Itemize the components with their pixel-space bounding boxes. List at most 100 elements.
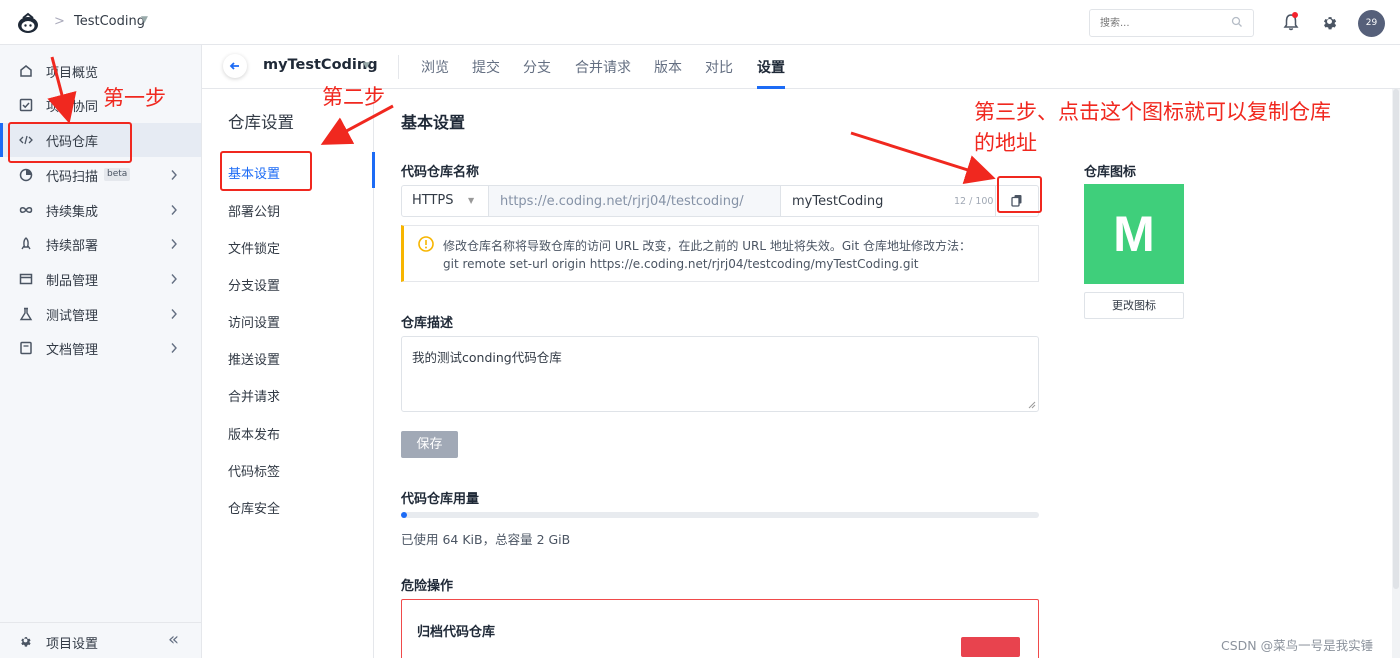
repo-icon: M <box>1084 184 1184 284</box>
danger-zone-label: 危险操作 <box>401 579 454 594</box>
package-icon <box>19 273 33 285</box>
archive-button[interactable] <box>961 637 1020 657</box>
caret-down-icon[interactable]: ▼ <box>141 15 148 25</box>
avatar[interactable]: 29 <box>1358 10 1385 37</box>
settings-nav-title: 仓库设置 <box>228 113 294 132</box>
sidebar-item-docs[interactable]: 文档管理 <box>0 331 201 365</box>
archive-repo-title: 归档代码仓库 <box>417 625 496 640</box>
checkbox-icon <box>19 98 33 112</box>
settings-nav-access[interactable]: 访问设置 <box>228 312 280 331</box>
copy-url-button[interactable] <box>995 186 1039 216</box>
chevron-right-icon <box>171 170 177 180</box>
search-input[interactable] <box>1090 10 1220 36</box>
scrollbar[interactable] <box>1392 89 1400 658</box>
caret-down-icon[interactable]: ▼ <box>363 61 370 71</box>
sidebar-item-label: 文档管理 <box>46 343 99 358</box>
sidebar-item-code-scan[interactable]: 代码扫描 beta <box>0 158 201 192</box>
repo-url-prefix-text: https://e.coding.net/rjrj04/testcoding/ <box>500 194 744 209</box>
book-icon <box>20 341 32 355</box>
usage-progress-fill <box>401 512 408 518</box>
settings-nav-releases[interactable]: 版本发布 <box>228 424 280 443</box>
git-command-text: git remote set-url origin https://e.codi… <box>443 257 919 271</box>
sidebar-item-collaboration[interactable]: 项目协同 <box>0 88 201 122</box>
sidebar-item-label: 制品管理 <box>46 274 99 289</box>
sidebar-item-label: 持续集成 <box>46 205 99 220</box>
repo-nav-bar: myTestCoding ▼ 浏览 提交 分支 合并请求 版本 对比 设置 <box>202 45 1400 89</box>
repo-name-input[interactable]: myTestCoding 12 / 100 <box>781 186 995 216</box>
save-button[interactable]: 保存 <box>401 431 458 458</box>
back-button[interactable] <box>223 54 247 78</box>
sidebar-footer: 项目设置 « <box>0 622 201 658</box>
settings-nav-file-lock[interactable]: 文件锁定 <box>228 238 280 257</box>
search-icon[interactable] <box>1231 16 1243 28</box>
page-title: 基本设置 <box>401 113 466 132</box>
tab-settings[interactable]: 设置 <box>757 57 785 77</box>
repo-desc-label: 仓库描述 <box>401 316 454 331</box>
settings-nav-branches[interactable]: 分支设置 <box>228 275 280 294</box>
settings-nav: 仓库设置 基本设置 部署公钥 文件锁定 分支设置 访问设置 推送设置 合并请求 … <box>202 89 375 658</box>
tab-releases[interactable]: 版本 <box>654 57 682 77</box>
divider <box>398 55 399 79</box>
repo-desc-textarea[interactable]: 我的测试conding代码仓库 <box>401 336 1039 412</box>
sidebar-item-code-repo[interactable]: 代码仓库 <box>0 123 201 157</box>
tab-merge-requests[interactable]: 合并请求 <box>575 57 631 77</box>
arrow-left-icon <box>229 62 239 70</box>
sidebar-item-testing[interactable]: 测试管理 <box>0 297 201 331</box>
home-icon <box>20 65 32 77</box>
tab-commits[interactable]: 提交 <box>472 57 500 77</box>
main-content: 基本设置 代码仓库名称 HTTPS ▼ https://e.coding.net… <box>374 89 1400 658</box>
change-icon-button[interactable]: 更改图标 <box>1084 292 1184 319</box>
settings-nav-basic[interactable]: 基本设置 <box>228 163 280 182</box>
top-bar: > TestCoding ▼ 29 <box>0 0 1400 45</box>
repo-name-label: 代码仓库名称 <box>401 165 480 180</box>
chevron-right-icon <box>171 309 177 319</box>
warning-text: 修改仓库名称将导致仓库的访问 URL 改变，在此之前的 URL 地址将失效。Gi… <box>443 239 972 253</box>
settings-nav-push[interactable]: 推送设置 <box>228 349 280 368</box>
scrollbar-thumb[interactable] <box>1393 89 1399 589</box>
sidebar: 项目概览 项目协同 代码仓库 代码扫描 beta 持续集成 持续部署 制品管理 … <box>0 45 202 658</box>
search-box[interactable] <box>1089 9 1254 37</box>
collapse-sidebar-icon[interactable]: « <box>168 629 179 650</box>
settings-nav-tags[interactable]: 代码标签 <box>228 461 280 480</box>
code-icon <box>19 135 33 145</box>
settings-nav-security[interactable]: 仓库安全 <box>228 498 280 517</box>
settings-nav-deploy-keys[interactable]: 部署公钥 <box>228 201 280 220</box>
tab-compare[interactable]: 对比 <box>705 57 733 77</box>
repo-desc-value: 我的测试conding代码仓库 <box>412 350 562 365</box>
rocket-icon <box>21 237 31 250</box>
coding-logo-icon[interactable] <box>16 11 40 35</box>
sidebar-item-label: 项目概览 <box>46 66 99 81</box>
repo-url-row: HTTPS ▼ https://e.coding.net/rjrj04/test… <box>401 185 1039 217</box>
resize-handle-icon[interactable] <box>1028 401 1036 409</box>
chevron-right-icon <box>171 274 177 284</box>
settings-nav-merge-requests[interactable]: 合并请求 <box>228 386 280 405</box>
sidebar-item-label: 测试管理 <box>46 309 99 324</box>
copy-icon <box>1011 195 1022 207</box>
gear-icon[interactable] <box>1321 13 1338 30</box>
sidebar-item-artifacts[interactable]: 制品管理 <box>0 262 201 296</box>
sidebar-item-label: 代码仓库 <box>46 135 99 150</box>
chevron-right-icon <box>171 205 177 215</box>
caret-down-icon: ▼ <box>468 196 475 205</box>
project-name[interactable]: TestCoding <box>74 14 145 29</box>
chevron-right-icon <box>171 239 177 249</box>
danger-zone: 归档代码仓库 <box>401 599 1039 658</box>
sidebar-item-overview[interactable]: 项目概览 <box>0 54 201 88</box>
tab-browse[interactable]: 浏览 <box>421 57 449 77</box>
sidebar-item-cd[interactable]: 持续部署 <box>0 227 201 261</box>
tab-branches[interactable]: 分支 <box>523 57 551 77</box>
gear-icon <box>21 637 31 647</box>
char-count: 12 / 100 <box>954 196 994 207</box>
project-settings-link[interactable]: 项目设置 <box>46 633 98 652</box>
breadcrumb-separator-icon: > <box>54 14 65 29</box>
rename-warning: 修改仓库名称将导致仓库的访问 URL 改变，在此之前的 URL 地址将失效。Gi… <box>401 225 1039 282</box>
sidebar-item-ci[interactable]: 持续集成 <box>0 193 201 227</box>
beta-badge: beta <box>104 168 131 181</box>
infinity-icon <box>19 207 33 213</box>
protocol-select[interactable]: HTTPS ▼ <box>402 186 489 216</box>
scan-icon <box>19 168 33 182</box>
sidebar-item-label: 持续部署 <box>46 239 99 254</box>
watermark: CSDN @菜鸟一号是我实锤 <box>1221 638 1374 653</box>
repo-title[interactable]: myTestCoding <box>263 57 378 73</box>
usage-text: 已使用 64 KiB，总容量 2 GiB <box>401 532 571 547</box>
